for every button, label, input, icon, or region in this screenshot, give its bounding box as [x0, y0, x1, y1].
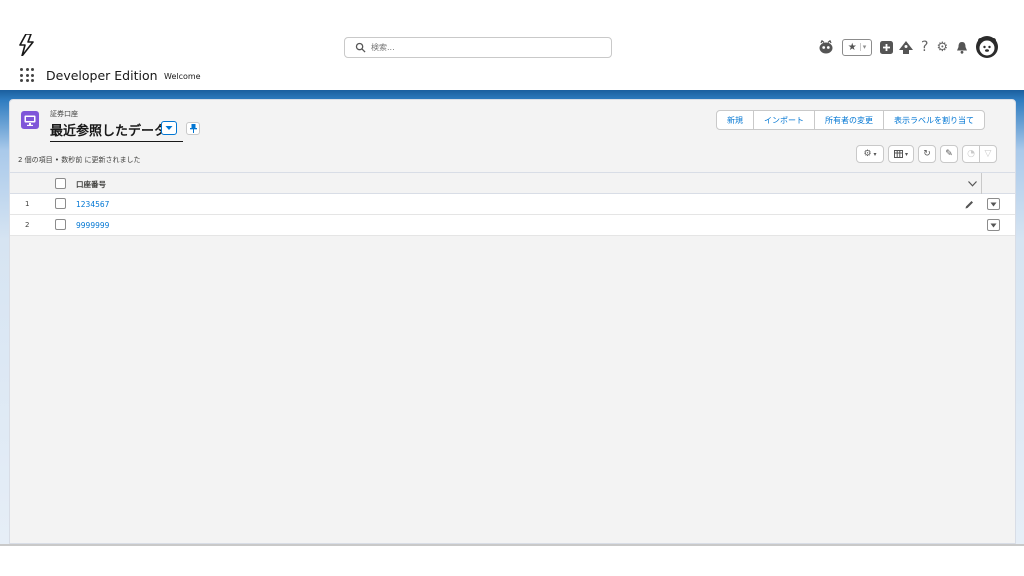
list-view-card: 証券口座 最近参照したデータ 新規 インポート 所有者の変更 表示ラベルを割り当… — [9, 99, 1016, 544]
table-header: 口座番号 — [10, 172, 1015, 194]
list-settings-icon[interactable]: ⚙ ▾ — [856, 145, 884, 163]
search-input[interactable] — [371, 40, 601, 55]
column-header-account-number[interactable]: 口座番号 — [76, 179, 106, 190]
object-label: 証券口座 — [50, 110, 78, 118]
chevron-down-icon — [990, 202, 997, 206]
global-header: ★▾ ? ⚙ — [0, 0, 1024, 62]
new-button[interactable]: 新規 — [716, 110, 754, 130]
row-actions-menu[interactable] — [987, 219, 1000, 231]
chart-filter-group: ◔ ▽ — [962, 145, 997, 163]
app-launcher-icon[interactable] — [20, 68, 34, 82]
filter-icon[interactable]: ▽ — [979, 145, 997, 163]
refresh-icon[interactable]: ↻ — [918, 145, 936, 163]
app-navigation-bar: Developer Edition Welcome — [0, 62, 1024, 90]
global-actions-icon[interactable] — [880, 40, 893, 54]
list-status: 2 個の項目 • 数秒前 に更新されました — [18, 156, 141, 164]
user-avatar-icon[interactable] — [976, 36, 999, 58]
list-view-title[interactable]: 最近参照したデータ — [50, 120, 167, 139]
column-divider — [981, 173, 982, 194]
list-view-picker-button[interactable] — [161, 121, 177, 135]
table-row[interactable]: 2 9999999 — [10, 215, 1015, 236]
inline-edit-icon[interactable]: ✎ — [940, 145, 958, 163]
row-checkbox[interactable] — [55, 198, 66, 209]
display-as-table-icon[interactable]: ▾ — [888, 145, 914, 163]
page-bottom-border — [0, 544, 1024, 546]
list-object-icon — [21, 111, 39, 129]
pin-list-view-button[interactable] — [186, 122, 200, 135]
favorites-icon[interactable]: ★ ▾ — [842, 38, 872, 56]
select-all-checkbox[interactable] — [55, 178, 66, 189]
column-chevron-down-icon[interactable] — [968, 181, 977, 187]
record-link[interactable]: 9999999 — [76, 221, 109, 230]
search-icon — [355, 42, 366, 53]
row-number: 1 — [25, 200, 30, 208]
row-actions-menu[interactable] — [987, 198, 1000, 210]
app-name: Developer Edition — [46, 68, 158, 83]
global-search[interactable] — [344, 37, 612, 58]
list-actions: 新規 インポート 所有者の変更 表示ラベルを割り当て — [716, 110, 985, 130]
title-underline — [50, 141, 183, 142]
pin-icon — [189, 124, 197, 133]
astro-icon[interactable] — [816, 40, 836, 54]
row-checkbox[interactable] — [55, 219, 66, 230]
nav-tab-welcome[interactable]: Welcome — [164, 72, 201, 81]
help-icon[interactable]: ? — [921, 39, 928, 55]
import-button[interactable]: インポート — [753, 110, 815, 130]
lightning-logo-icon — [19, 34, 34, 56]
chart-icon[interactable]: ◔ — [962, 145, 980, 163]
table-row[interactable]: 1 1234567 — [10, 194, 1015, 215]
chevron-down-icon — [990, 223, 997, 227]
inline-edit-pencil-icon[interactable] — [965, 200, 974, 209]
notifications-bell-icon[interactable] — [956, 41, 968, 54]
change-owner-button[interactable]: 所有者の変更 — [814, 110, 884, 130]
row-number: 2 — [25, 221, 30, 229]
header-utility-icons: ★ ▾ ? ⚙ — [816, 35, 999, 59]
chevron-down-icon — [165, 126, 173, 130]
assign-label-button[interactable]: 表示ラベルを割り当て — [883, 110, 985, 130]
list-view-controls: ⚙ ▾ ▾ ↻ ✎ ◔ ▽ — [852, 145, 997, 163]
record-link[interactable]: 1234567 — [76, 200, 109, 209]
trailhead-icon[interactable] — [899, 40, 913, 54]
setup-gear-icon[interactable]: ⚙ — [936, 40, 948, 55]
